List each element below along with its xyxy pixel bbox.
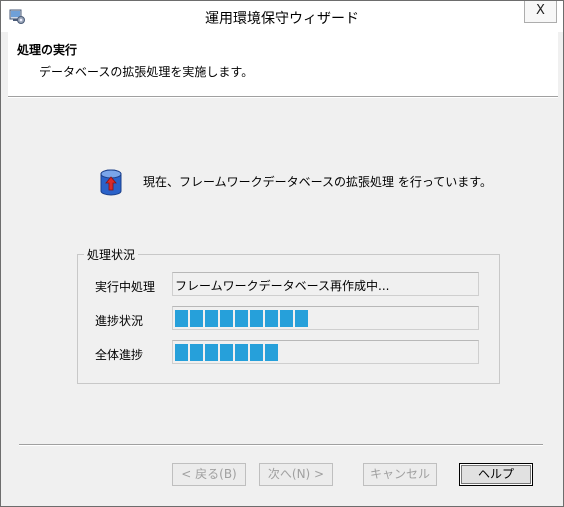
progress-block: [190, 310, 203, 327]
progress-block: [220, 344, 233, 361]
help-button[interactable]: ヘルプ: [459, 463, 533, 486]
back-button[interactable]: < 戻る(B): [172, 463, 246, 486]
next-button[interactable]: 次へ(N) >: [259, 463, 333, 486]
progress-block: [190, 344, 203, 361]
step-progress-bar: [172, 306, 479, 330]
progress-block: [280, 310, 293, 327]
wizard-window: 運用環境保守ウィザード X 処理の実行 データベースの拡張処理を実施します。 現…: [0, 0, 564, 507]
progress-block: [220, 310, 233, 327]
current-process-label: 実行中処理: [95, 280, 156, 294]
window-title: 運用環境保守ウィザード: [205, 11, 359, 27]
progress-block: [235, 310, 248, 327]
groupbox-title: 処理状況: [84, 246, 139, 263]
overall-progress-bar: [172, 340, 479, 364]
progress-block: [205, 344, 218, 361]
progress-block: [175, 344, 188, 361]
progress-block: [250, 310, 263, 327]
step-description: データベースの拡張処理を実施します。: [39, 65, 254, 79]
overall-progress-label: 全体進捗: [95, 348, 144, 362]
progress-block: [295, 310, 308, 327]
close-button[interactable]: X: [524, 1, 557, 23]
progress-block: [265, 310, 278, 327]
overall-progress-fill: [175, 344, 280, 361]
progress-block: [250, 344, 263, 361]
progress-block: [235, 344, 248, 361]
current-process-value: フレームワークデータベース再作成中...: [175, 279, 390, 293]
progress-block: [265, 344, 278, 361]
status-message: 現在、フレームワークデータベースの拡張処理 を行っています。: [143, 175, 493, 189]
progress-block: [205, 310, 218, 327]
progress-block: [175, 310, 188, 327]
step-title: 処理の実行: [17, 43, 78, 57]
database-upload-icon: [100, 169, 122, 196]
cancel-button[interactable]: キャンセル: [363, 463, 437, 486]
current-process-field: フレームワークデータベース再作成中...: [172, 272, 479, 296]
header-panel: 処理の実行 データベースの拡張処理を実施します。: [8, 32, 558, 96]
step-progress-label: 進捗状況: [95, 314, 144, 328]
title-bar[interactable]: 運用環境保守ウィザード X: [1, 1, 563, 32]
footer-divider-highlight: [19, 445, 543, 446]
step-progress-fill: [175, 310, 310, 327]
